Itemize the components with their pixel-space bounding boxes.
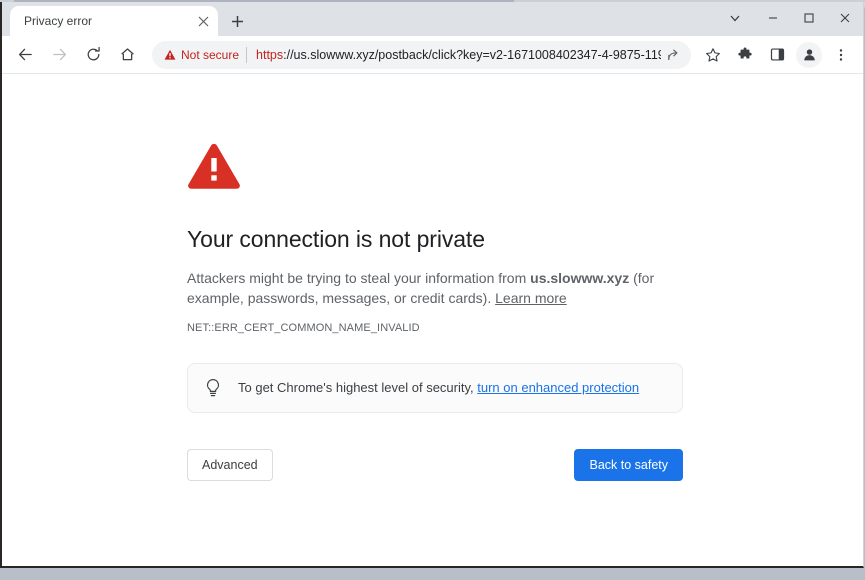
not-secure-badge[interactable]: Not secure bbox=[164, 48, 246, 62]
omnibox[interactable]: Not secure https://us.slowww.xyz/postbac… bbox=[152, 40, 691, 69]
forward-icon[interactable] bbox=[45, 41, 73, 69]
maximize-icon[interactable] bbox=[791, 2, 827, 34]
extensions-puzzle-icon[interactable] bbox=[731, 41, 759, 69]
minimize-icon[interactable] bbox=[755, 2, 791, 34]
side-panel-icon[interactable] bbox=[763, 41, 791, 69]
learn-more-link[interactable]: Learn more bbox=[495, 290, 567, 306]
ssl-interstitial: Your connection is not private Attackers… bbox=[187, 142, 683, 481]
window-controls bbox=[715, 2, 863, 34]
enhanced-protection-prefix: To get Chrome's highest level of securit… bbox=[238, 380, 478, 395]
lightbulb-icon bbox=[204, 378, 222, 398]
back-to-safety-button[interactable]: Back to safety bbox=[574, 449, 683, 481]
page-title: Your connection is not private bbox=[187, 226, 485, 252]
browser-window: Privacy error Not secure https://us.slow… bbox=[0, 2, 864, 568]
browser-tab[interactable]: Privacy error bbox=[10, 6, 218, 36]
bookmark-star-icon[interactable] bbox=[699, 41, 727, 69]
reload-icon[interactable] bbox=[79, 41, 107, 69]
interstitial-actions: Advanced Back to safety bbox=[187, 449, 683, 481]
error-description: Attackers might be trying to steal your … bbox=[187, 253, 662, 308]
error-description-prefix: Attackers might be trying to steal your … bbox=[187, 270, 531, 286]
enhanced-protection-text: To get Chrome's highest level of securit… bbox=[238, 379, 639, 397]
back-icon[interactable] bbox=[11, 41, 39, 69]
url-text: https://us.slowww.xyz/postback/click?key… bbox=[256, 48, 661, 62]
enhanced-protection-link[interactable]: turn on enhanced protection bbox=[477, 380, 639, 395]
error-code: NET::ERR_CERT_COMMON_NAME_INVALID bbox=[187, 322, 420, 334]
browser-menu-icon[interactable] bbox=[827, 41, 855, 69]
share-icon[interactable] bbox=[661, 43, 685, 67]
warning-triangle-icon bbox=[187, 142, 683, 195]
not-secure-label: Not secure bbox=[181, 47, 240, 62]
warning-triangle-icon bbox=[164, 49, 176, 60]
new-tab-button[interactable] bbox=[224, 8, 250, 34]
url-scheme: https bbox=[256, 47, 284, 62]
url-rest: ://us.slowww.xyz/postback/click?key=v2-1… bbox=[283, 47, 661, 62]
tab-close-icon[interactable] bbox=[194, 12, 212, 30]
home-icon[interactable] bbox=[113, 41, 141, 69]
error-domain: us.slowww.xyz bbox=[530, 270, 630, 286]
omnibox-separator bbox=[246, 46, 248, 63]
tab-strip: Privacy error bbox=[2, 2, 863, 36]
advanced-button[interactable]: Advanced bbox=[187, 449, 273, 481]
profile-avatar[interactable] bbox=[796, 41, 822, 68]
enhanced-protection-notice: To get Chrome's highest level of securit… bbox=[187, 363, 683, 413]
close-icon[interactable] bbox=[827, 2, 863, 34]
browser-toolbar: Not secure https://us.slowww.xyz/postbac… bbox=[2, 36, 863, 74]
tab-title: Privacy error bbox=[24, 14, 93, 28]
page-content: Your connection is not private Attackers… bbox=[2, 74, 863, 566]
chevron-down-icon[interactable] bbox=[715, 2, 755, 34]
